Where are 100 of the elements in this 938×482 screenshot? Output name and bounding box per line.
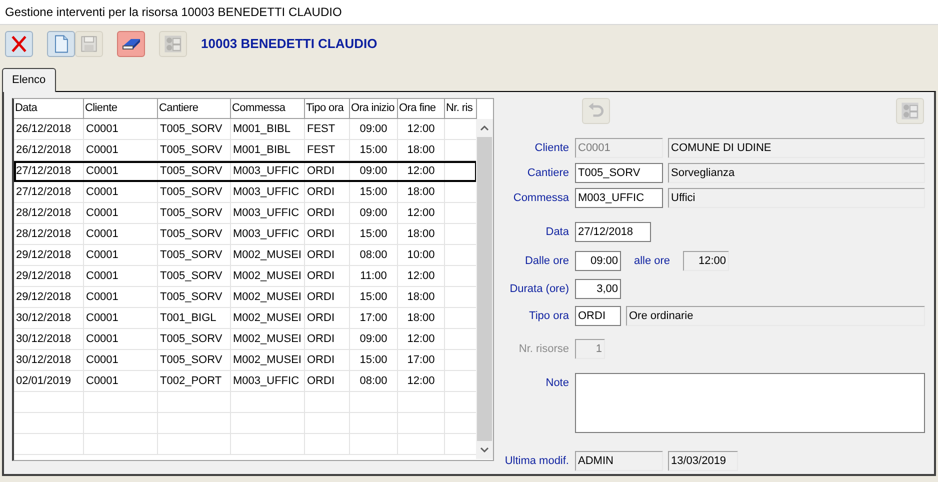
clear-button[interactable] (117, 31, 145, 57)
input-field[interactable]: M003_UFFIC (575, 188, 663, 208)
table-cell-text: 12:00 (407, 122, 435, 137)
table-cell-text: C0001 (86, 352, 118, 368)
table-row[interactable]: 30/12/2018 C0001 T005_SORV M002_MUSEI ORDI 15:00 17:00 (14, 350, 477, 371)
scrollbar[interactable] (476, 119, 493, 459)
table-row[interactable]: 27/12/2018 C0001 T005_SORV M003_UFFIC ORDI 09:00 12:00 (14, 161, 477, 182)
table-cell-text: 12:00 (407, 206, 435, 221)
table-row[interactable]: 27/12/2018 C0001 T005_SORV M003_UFFIC ORDI 15:00 18:00 (14, 182, 477, 203)
table-cell-text: 09:00 (360, 206, 388, 221)
column-header[interactable]: Cantiere (158, 99, 231, 118)
table-cell-text: C0001 (86, 332, 118, 347)
table-cell-text: ORDI (307, 226, 334, 242)
table-cell-text: T005_SORV (160, 164, 222, 180)
field-label: Nr. risorse (518, 342, 570, 357)
column-header[interactable]: Cliente (84, 99, 158, 118)
table-cell-text: T005_SORV (160, 248, 222, 263)
table-cell-text: 26/12/2018 (16, 122, 72, 137)
column-header[interactable]: Data (14, 99, 84, 118)
table-cell-text: M001_BIBL (233, 142, 290, 158)
table-row[interactable]: 28/12/2018 C0001 T005_SORV M003_UFFIC ORDI 15:00 18:00 (14, 224, 477, 245)
input-field[interactable]: ORDI (575, 306, 621, 326)
table-cell-text: 18:00 (407, 142, 435, 158)
input-field[interactable]: 09:00 (575, 251, 621, 271)
table-cell-text: 09:00 (360, 164, 388, 180)
table-cell-text: 09:00 (360, 332, 388, 347)
column-header[interactable]: Ora inizio (350, 99, 398, 118)
table-cell-text: 18:00 (407, 310, 435, 326)
table-row[interactable]: 30/12/2018 C0001 T001_BIGL M002_MUSEI ORDI 17:00 18:00 (14, 308, 477, 329)
table-cell-text: C0001 (86, 184, 118, 200)
table-cell-text: C0001 (86, 310, 118, 326)
table-cell-text: 28/12/2018 (16, 206, 72, 221)
table-cell-text: M002_MUSEI (233, 268, 302, 284)
table-row[interactable]: 30/12/2018 C0001 T005_SORV M002_MUSEI ORDI 09:00 12:00 (14, 329, 477, 350)
input-field[interactable]: T005_SORV (575, 163, 663, 183)
table-cell-text: T005_SORV (160, 332, 222, 347)
field-label: Tipo ora (528, 309, 570, 324)
field-label: Ultima modif. (504, 454, 570, 469)
table-cell-text: 12:00 (407, 268, 435, 284)
notes-field[interactable] (575, 373, 925, 433)
scroll-down-icon[interactable] (480, 447, 489, 453)
table-cell-text: 10:00 (407, 248, 435, 263)
input-field: ADMIN (575, 451, 663, 471)
table-cell-text: M003_UFFIC (233, 206, 300, 221)
field-label: alle ore (632, 254, 672, 269)
table-cell-text: 11:00 (360, 268, 387, 284)
column-header[interactable]: Tipo ora (305, 99, 350, 118)
column-header[interactable]: Nr. ris (445, 99, 477, 118)
scrollbar-thumb[interactable] (477, 137, 492, 441)
table-cell-text: C0001 (86, 248, 118, 263)
table-cell-text: 30/12/2018 (16, 352, 72, 368)
description-field: COMUNE DI UDINE (668, 138, 925, 158)
table-cell-text: 30/12/2018 (16, 310, 72, 326)
table-cell-text: M003_UFFIC (233, 164, 300, 180)
table-row[interactable]: 02/01/2019 C0001 T002_PORT M003_UFFIC ORDI 08:00 12:00 (14, 371, 477, 392)
column-header[interactable]: Commessa (231, 99, 305, 118)
table-cell-text: 17:00 (360, 310, 388, 326)
table-cell-text: C0001 (86, 122, 118, 137)
table-row[interactable]: 29/12/2018 C0001 T005_SORV M002_MUSEI ORDI 08:00 10:00 (14, 245, 477, 266)
table-cell-text: 12:00 (407, 164, 435, 180)
table-cell-text: ORDI (307, 290, 334, 305)
field-label: Cliente (534, 141, 570, 156)
window-title: Gestione interventi per la risorsa 10003 BENEDETTI CLAUDIO (5, 4, 342, 21)
input-field: 12:00 (683, 251, 729, 271)
table-cell-text: ORDI (307, 164, 334, 180)
input-field[interactable]: 3,00 (575, 279, 621, 299)
table-cell-text: ORDI (307, 374, 334, 389)
table-cell-text: ORDI (307, 332, 334, 347)
table-row[interactable]: 28/12/2018 C0001 T005_SORV M003_UFFIC ORDI 09:00 12:00 (14, 203, 477, 224)
table-row[interactable]: 26/12/2018 C0001 T005_SORV M001_BIBL FEST 15:00 18:00 (14, 140, 477, 161)
table-cell-text: M002_MUSEI (233, 332, 302, 347)
table-cell-text: ORDI (307, 352, 334, 368)
input-field[interactable]: 27/12/2018 (575, 222, 651, 242)
table-cell-text: C0001 (86, 226, 118, 242)
table-cell-text: 15:00 (360, 352, 388, 368)
table-cell-text: FEST (307, 122, 336, 137)
column-header[interactable]: Ora fine (398, 99, 445, 118)
description-field: Sorveglianza (668, 163, 925, 183)
table-row[interactable]: 29/12/2018 C0001 T005_SORV M002_MUSEI ORDI 11:00 12:00 (14, 266, 477, 287)
scroll-up-icon[interactable] (480, 125, 489, 131)
input-field: 1 (575, 339, 605, 359)
delete-button[interactable] (5, 31, 33, 57)
tab[interactable]: Elenco (2, 68, 56, 92)
table-row[interactable]: 26/12/2018 C0001 T005_SORV M001_BIBL FEST 09:00 12:00 (14, 119, 477, 140)
table-cell-text: T005_SORV (160, 352, 222, 368)
table-cell-text: M002_MUSEI (233, 352, 302, 368)
table-cell-text: ORDI (307, 206, 334, 221)
field-label: Durata (ore) (508, 282, 570, 297)
table-cell-text: M003_UFFIC (233, 184, 300, 200)
table-cell-text: T001_BIGL (160, 310, 216, 326)
table-cell-text: 18:00 (407, 184, 435, 200)
table-cell-text: 27/12/2018 (16, 164, 72, 180)
table-cell-text: 08:00 (360, 374, 388, 389)
table-row[interactable]: 29/12/2018 C0001 T005_SORV M002_MUSEI ORDI 15:00 18:00 (14, 287, 477, 308)
table-cell-text: FEST (307, 142, 336, 158)
table-cell-text: M003_UFFIC (233, 226, 300, 242)
table-cell-text: ORDI (307, 268, 334, 284)
table-cell-text: T005_SORV (160, 122, 222, 137)
new-button[interactable] (47, 31, 75, 57)
table-cell-text: T005_SORV (160, 142, 222, 158)
